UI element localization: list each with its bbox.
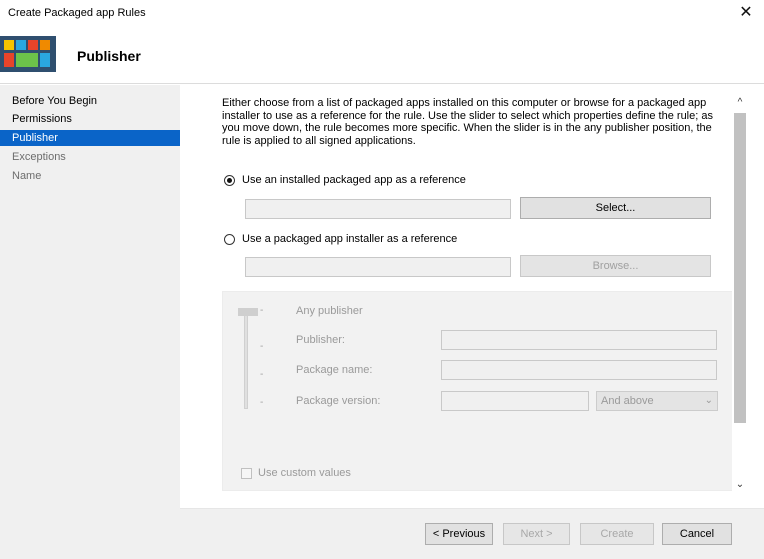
chevron-down-icon: ⌄: [704, 395, 713, 406]
package-name-label: Package name:: [296, 364, 373, 376]
installed-app-radio[interactable]: [224, 174, 235, 186]
previous-button[interactable]: < Previous: [425, 523, 493, 545]
installed-app-radio-option[interactable]: Use an installed packaged app as a refer…: [224, 172, 466, 188]
version-combo[interactable]: And above ⌄: [596, 391, 718, 411]
package-name-field[interactable]: [441, 360, 717, 380]
installed-app-field[interactable]: [245, 199, 511, 219]
publisher-label: Publisher:: [296, 334, 345, 346]
create-button[interactable]: Create: [580, 523, 654, 545]
specificity-slider-thumb[interactable]: [238, 308, 258, 316]
custom-values-option[interactable]: Use custom values: [241, 467, 351, 479]
slider-tick: -: [260, 341, 264, 352]
publisher-field[interactable]: [441, 330, 717, 350]
sidebar-item-permissions[interactable]: Permissions: [0, 111, 180, 127]
window-title: Create Packaged app Rules: [8, 7, 146, 19]
installer-radio-option[interactable]: Use a packaged app installer as a refere…: [224, 231, 457, 247]
version-combo-value: And above: [601, 395, 654, 407]
page-title: Publisher: [77, 48, 141, 64]
browse-button[interactable]: Browse...: [520, 255, 711, 277]
custom-values-label: Use custom values: [258, 467, 351, 479]
slider-tick: -: [260, 305, 264, 316]
intro-text: Either choose from a list of packaged ap…: [222, 97, 713, 147]
sidebar-item-exceptions[interactable]: Exceptions: [0, 149, 180, 165]
title-bar: Create Packaged app Rules ✕: [0, 0, 764, 28]
select-button[interactable]: Select...: [520, 197, 711, 219]
close-icon[interactable]: ✕: [736, 3, 756, 23]
package-version-label: Package version:: [296, 395, 381, 407]
page-header: Publisher: [0, 28, 764, 84]
custom-values-checkbox[interactable]: [241, 467, 252, 479]
packaged-app-icon: [0, 36, 56, 72]
slider-tick: -: [260, 369, 264, 380]
installer-radio[interactable]: [224, 233, 235, 245]
any-publisher-label: Any publisher: [296, 305, 363, 317]
specificity-slider-track[interactable]: [244, 309, 248, 409]
scroll-up-icon[interactable]: ^: [732, 95, 748, 111]
installer-field[interactable]: [245, 257, 511, 277]
package-version-field[interactable]: [441, 391, 589, 411]
sidebar-item-before-you-begin[interactable]: Before You Begin: [0, 93, 180, 109]
next-button[interactable]: Next >: [503, 523, 570, 545]
cancel-button[interactable]: Cancel: [662, 523, 732, 545]
scrollbar-thumb[interactable]: [734, 113, 746, 423]
sidebar-item-publisher[interactable]: Publisher: [0, 130, 180, 146]
vertical-scrollbar[interactable]: ^ ⌄: [732, 95, 748, 495]
installer-radio-label: Use a packaged app installer as a refere…: [242, 233, 458, 245]
wizard-steps-sidebar: Before You Begin Permissions Publisher E…: [0, 85, 180, 559]
installed-app-radio-label: Use an installed packaged app as a refer…: [242, 174, 466, 186]
scroll-down-icon[interactable]: ⌄: [732, 477, 748, 493]
main-content: Either choose from a list of packaged ap…: [180, 85, 764, 499]
sidebar-item-name[interactable]: Name: [0, 168, 180, 184]
footer-bar: < Previous Next > Create Cancel: [180, 508, 764, 559]
slider-tick: -: [260, 397, 264, 408]
